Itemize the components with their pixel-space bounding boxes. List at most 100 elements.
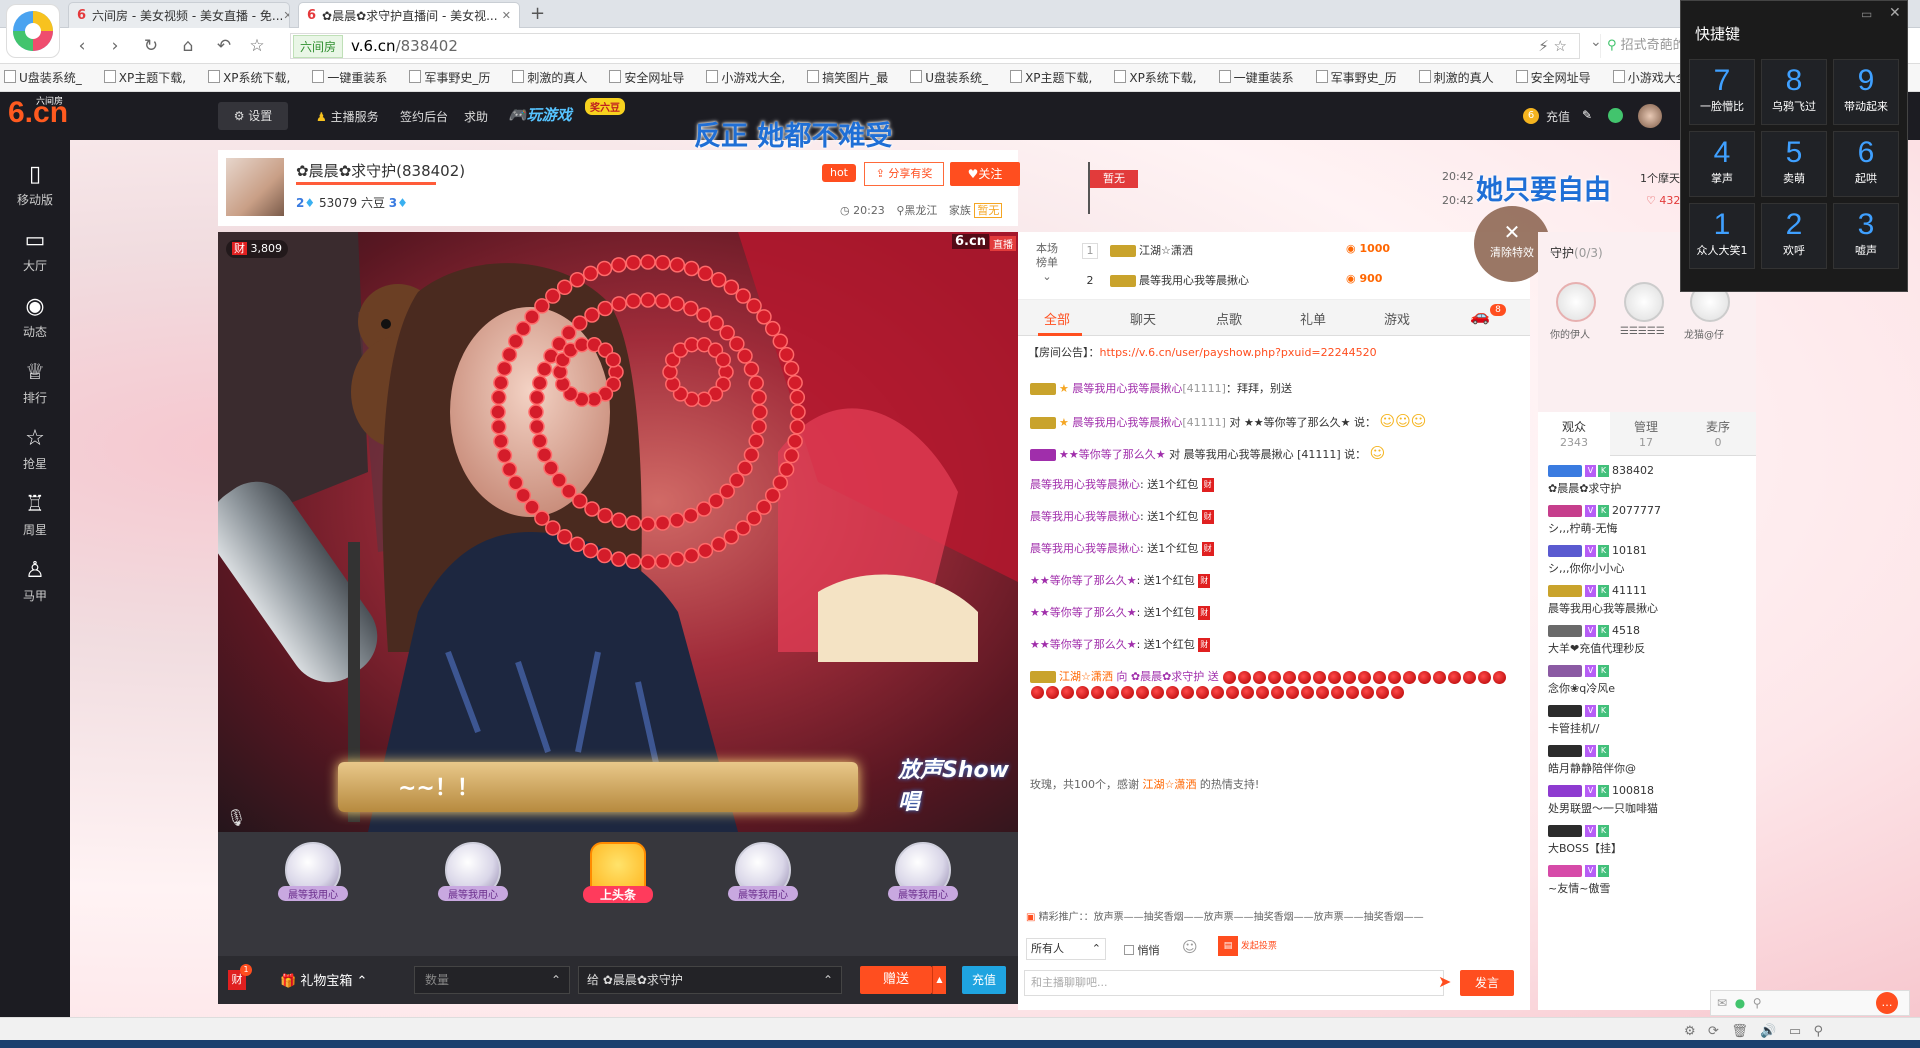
user-list-item[interactable]: V K ~友情~傲雪 [1548, 864, 1748, 896]
refresh-icon[interactable]: ↻ [139, 34, 163, 58]
microphone-icon[interactable]: 🎙 [226, 808, 246, 827]
status-icons[interactable]: ⚙ ⟳ 🗑 🔊 ▭ ⚲ [1684, 1024, 1823, 1039]
close-icon[interactable]: ✕ [502, 9, 511, 22]
tab-gift-list[interactable]: 礼单 [1300, 309, 1326, 328]
site-logo[interactable]: 六间房 6.cn [8, 96, 68, 130]
send-gift-button[interactable]: 赠送 [860, 966, 932, 994]
user-list-item[interactable]: V K 10181 シ,,,你你小小心 [1548, 544, 1748, 576]
private-checkbox[interactable]: 悄悄 [1124, 942, 1160, 958]
chat-bubble-icon[interactable]: … [1876, 992, 1898, 1014]
user-list-item[interactable]: V K 皓月静静陪伴你@ [1548, 744, 1748, 776]
shortcut-key[interactable]: 2 欢呼 [1761, 203, 1827, 269]
promo-ticker[interactable]: ▣ 精彩推广：：放声票——抽奖香烟——放声票——抽奖香烟——放声票——抽奖香烟—… [1026, 908, 1526, 923]
bookmark-item[interactable]: 安全网址导 [1516, 69, 1591, 86]
shortcut-key[interactable]: 1 众人大笑1 [1689, 203, 1755, 269]
user-list-item[interactable]: V K 2077777 シ,,,柠萌-无悔 [1548, 504, 1748, 536]
sidebar-item-rank[interactable]: ♕ 排行 [0, 352, 70, 418]
bookmark-item[interactable]: 小游戏大全, [706, 69, 785, 86]
bookmark-item[interactable]: XP系统下载, [1114, 69, 1196, 86]
shortcut-key[interactable]: 3 嘘声 [1833, 203, 1899, 269]
play-games-link[interactable]: 🎮玩游戏 [508, 104, 572, 125]
guard-slot[interactable] [1624, 282, 1664, 322]
edit-icon[interactable]: ✎ [1582, 108, 1592, 122]
gift-item[interactable]: 晨等我用心 [718, 842, 808, 942]
shortcut-key[interactable]: 7 一脸懵比 [1689, 59, 1755, 125]
send-options-arrow[interactable]: ▲ [932, 966, 946, 994]
shortcut-key[interactable]: 8 乌鸦飞过 [1761, 59, 1827, 125]
help-link[interactable]: 求助 [464, 108, 488, 125]
headline-gift[interactable]: 上头条 [573, 842, 663, 942]
sidebar-item-vest[interactable]: ♙ 马甲 [0, 550, 70, 616]
anchor-service-link[interactable]: ♟ 主播服务 [316, 108, 379, 125]
gift-item[interactable]: 晨等我用心 [268, 842, 358, 942]
bookmark-item[interactable]: 刺激的真人 [512, 69, 587, 86]
sign-backend-link[interactable]: 签约后台 [400, 108, 448, 125]
user-list-item[interactable]: V K 100818 处男联盟～一只咖啡猫 [1548, 784, 1748, 816]
browser-logo[interactable] [6, 4, 60, 58]
minimize-icon[interactable]: ▭ [1861, 7, 1872, 21]
sidebar-item-hall[interactable]: ▭ 大厅 [0, 220, 70, 286]
recharge-link[interactable]: 充值 [1546, 108, 1570, 125]
new-tab-button[interactable]: + [530, 3, 545, 24]
settings-button[interactable]: ⚙ 设置 [218, 102, 288, 130]
tab-room[interactable]: 6 ✿晨晨✿求守护直播间 - 美女视... ✕ [298, 2, 520, 28]
shortcut-key[interactable]: 5 卖萌 [1761, 131, 1827, 197]
user-list-item[interactable]: V K 大BOSS【挂】 [1548, 824, 1748, 856]
guard-slot[interactable] [1556, 282, 1596, 322]
vote-button[interactable]: ▤ 发起投票 [1218, 936, 1277, 960]
tab-mic-queue[interactable]: 麦序 0 [1682, 412, 1754, 456]
tab-chat[interactable]: 聊天 [1130, 309, 1156, 328]
rank-row[interactable]: 2 晨等我用心我等晨揪心 ◉ 900 [1082, 272, 1382, 290]
forward-icon[interactable]: › [103, 34, 127, 58]
close-icon[interactable]: ✕ [283, 9, 289, 22]
search-input[interactable]: ⚲ 招式奇葩的摔角 [1600, 34, 1680, 58]
sidebar-item-mobile[interactable]: ▯ 移动版 [0, 154, 70, 220]
tab-home[interactable]: 6 六间房 - 美女视频 - 美女直播 - 免... ✕ [68, 2, 290, 28]
chat-scope-select[interactable]: 所有人 ⌃ [1026, 938, 1106, 960]
recipient-select[interactable]: 给 ✿晨晨✿求守护 ⌃ [578, 966, 842, 994]
bookmark-item[interactable]: 刺激的真人 [1419, 69, 1494, 86]
sidebar-item-weekly-star[interactable]: ♖ 周星 [0, 484, 70, 550]
user-list-item[interactable]: V K 838402 ✿晨晨✿求守护 [1548, 464, 1748, 496]
chat-input[interactable]: 和主播聊聊吧... [1024, 970, 1444, 996]
shortcut-key[interactable]: 4 掌声 [1689, 131, 1755, 197]
bookmark-item[interactable]: 一键重装系 [1219, 69, 1294, 86]
user-list-item[interactable]: V K 4518 大羊❤充值代理秒反 [1548, 624, 1748, 656]
back-icon[interactable]: ‹ [70, 34, 94, 58]
bookmark-item[interactable]: 一键重装系 [312, 69, 387, 86]
recharge-button[interactable]: 充值 [962, 966, 1006, 994]
bookmark-item[interactable]: U盘装系统_ [4, 69, 82, 86]
car-icon[interactable]: 🚗 [1470, 306, 1490, 325]
share-button[interactable]: ⇪ 分享有奖 [864, 162, 944, 186]
favorite-star-icon[interactable]: ☆ [245, 34, 269, 58]
bookmark-item[interactable]: XP主题下载, [1010, 69, 1092, 86]
shortcut-key[interactable]: 6 起哄 [1833, 131, 1899, 197]
bookmark-item[interactable]: 军事野史_历 [409, 69, 490, 86]
gift-item[interactable]: 晨等我用心 [878, 842, 968, 942]
notice-link[interactable]: https://v.6.cn/user/payshow.php?pxuid=22… [1100, 346, 1377, 359]
tab-all[interactable]: 全部 [1044, 309, 1070, 328]
send-chat-button[interactable]: 发言 [1460, 970, 1514, 996]
home-icon[interactable]: ⌂ [176, 34, 200, 58]
bookmark-item[interactable]: 搞笑图片_最 [807, 69, 888, 86]
bookmark-item[interactable]: XP主题下载, [104, 69, 186, 86]
quantity-input[interactable]: 数量 ⌃ [414, 966, 570, 994]
anchor-avatar[interactable] [226, 158, 284, 216]
tab-games[interactable]: 游戏 [1384, 309, 1410, 328]
bolt-icon[interactable]: ⚡ ☆ [1538, 37, 1567, 55]
bookmark-item[interactable]: U盘装系统_ [910, 69, 988, 86]
user-list-item[interactable]: V K 念你❀q冷风e [1548, 664, 1748, 696]
sidebar-item-feed[interactable]: ◉ 动态 [0, 286, 70, 352]
tab-audience[interactable]: 观众 2343 [1538, 412, 1610, 456]
address-bar[interactable]: 六间房 v.6.cn/838402 ⚡ ☆ [290, 33, 1580, 59]
tab-songs[interactable]: 点歌 [1216, 309, 1242, 328]
undo-icon[interactable]: ↶ [212, 34, 236, 58]
sidebar-item-star[interactable]: ☆ 抢星 [0, 418, 70, 484]
avatar[interactable] [1638, 104, 1662, 128]
user-list-item[interactable]: V K 41111 晨等我用心我等晨揪心 [1548, 584, 1748, 616]
live-video[interactable]: 财 3,809 6.cn 直播 ~~！！ 放声Show唱 🎙 [218, 232, 1018, 832]
treasure-box-button[interactable]: 🎁 礼物宝箱 ⌃ [280, 970, 367, 989]
shortcut-key[interactable]: 9 带动起来 [1833, 59, 1899, 125]
bookmark-item[interactable]: 安全网址导 [609, 69, 684, 86]
gift-item[interactable]: 晨等我用心 [428, 842, 518, 942]
